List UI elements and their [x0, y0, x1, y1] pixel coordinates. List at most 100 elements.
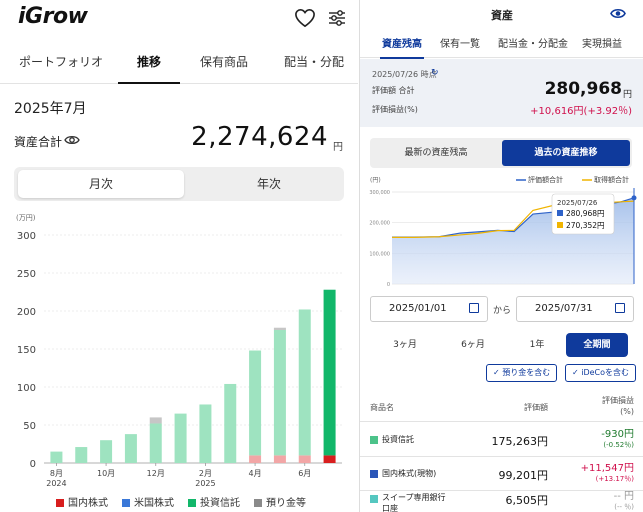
legend-swatch: [188, 499, 196, 507]
pl-label: 評価損益(%): [372, 105, 418, 114]
asset-tabs: 資産残高 保有一覧 配当金・分配金 実現損益: [360, 34, 643, 59]
calendar-icon: [469, 303, 479, 313]
right-panel: 資産 資産残高 保有一覧 配当金・分配金 実現損益 2025/07/26 時点 …: [359, 0, 643, 512]
period-1y[interactable]: 1年: [512, 333, 562, 357]
year-month-label: 2025年7月: [14, 101, 87, 117]
segment-yearly[interactable]: 年次: [186, 170, 352, 198]
pl-value: +10,616円(+3.92％): [530, 106, 632, 117]
bar-segment: [298, 455, 311, 463]
tab-dividends[interactable]: 配当・分配: [274, 46, 354, 84]
date-to-value: 2025/07/31: [535, 303, 593, 314]
view-toggle: 最新の資産残高 過去の資産推移: [370, 138, 632, 168]
period-6m[interactable]: 6ヶ月: [448, 333, 498, 357]
tab-asset-balance[interactable]: 資産残高: [380, 34, 424, 59]
tab-trend[interactable]: 推移: [118, 46, 180, 84]
y-tick-label: 150: [17, 345, 36, 356]
x-tick-label: 4月: [249, 469, 262, 478]
legend-item-fund: 投資信託: [188, 494, 240, 509]
page-title: 資産: [491, 9, 513, 22]
toggle-latest-balance[interactable]: 最新の資産残高: [372, 140, 500, 166]
bar-segment: [174, 413, 187, 463]
total-assets-value: 2,274,624: [191, 122, 328, 152]
bar-segment: [75, 447, 88, 463]
holding-value: 175,263円: [491, 435, 549, 448]
filter-settings-icon[interactable]: [327, 8, 347, 28]
app-header: iGrow: [0, 0, 358, 38]
holding-pl-pct: (-0.52％): [603, 441, 634, 449]
tab-holdings[interactable]: 保有商品: [188, 46, 260, 84]
eye-icon[interactable]: [64, 134, 80, 146]
x-tick-label: 6月: [298, 469, 311, 478]
bar-segment: [100, 440, 113, 463]
y-tick-label: 0: [387, 282, 390, 288]
tab-realized-pl[interactable]: 実現損益: [582, 34, 622, 58]
x-tick-sublabel: 2025: [195, 479, 215, 488]
col-pl-unit: (%): [620, 407, 634, 416]
y-tick-label: 50: [23, 421, 36, 432]
app-logo: iGrow: [18, 4, 88, 29]
category-swatch: [370, 436, 378, 444]
refresh-icon[interactable]: ↻: [431, 68, 439, 78]
y-tick-label: 100: [17, 383, 36, 394]
left-panel: iGrow ポートフォリオ 推移 保有商品 配当・分配 2025年7月 資産合計: [0, 0, 358, 512]
col-pl: 評価損益: [602, 396, 634, 405]
period-3m[interactable]: 3ヶ月: [380, 333, 430, 357]
tab-holding-list[interactable]: 保有一覧: [440, 34, 480, 58]
eval-total-value: 280,968: [544, 79, 622, 99]
x-tick-label: 8月: [50, 469, 63, 478]
tooltip-swatch: [557, 222, 563, 228]
eye-icon[interactable]: [610, 7, 626, 20]
segment-monthly[interactable]: 月次: [18, 170, 184, 198]
period-segment: 月次 年次: [14, 167, 344, 201]
x-tick-sublabel: 2024: [46, 479, 66, 488]
holding-pl-amount: +11,547円: [580, 463, 634, 474]
bar-segment: [199, 404, 212, 463]
x-tick-label: 12月: [147, 469, 165, 478]
period-all[interactable]: 全期間: [566, 333, 628, 357]
total-assets-unit: 円: [333, 142, 343, 153]
holdings-table-header: 商品名 評価額 評価損益 (%): [360, 390, 643, 422]
toggle-history[interactable]: 過去の資産推移: [502, 140, 630, 166]
legend-label: 投資信託: [200, 498, 240, 509]
date-to-input[interactable]: 2025/07/31: [516, 296, 634, 322]
table-row[interactable]: スイープ専用銀行 口座 6,505円 -- 円 (-- ％): [360, 491, 643, 512]
holding-value: 99,201円: [498, 469, 549, 482]
date-from-input[interactable]: 2025/01/01: [370, 296, 488, 322]
holding-pl: -930円 (-0.52％): [601, 429, 634, 451]
table-row[interactable]: 国内株式(現物) 99,201円 +11,547円 (+13.17％): [360, 457, 643, 491]
monthly-assets-chart[interactable]: (万円) 0 50 100 150 200 250 300 8月2024 10月 12月 2月2025…: [0, 210, 358, 490]
y-tick-label: 200: [17, 307, 36, 318]
legend-item-cash: 預り金等: [254, 494, 306, 509]
bar-segment: [323, 455, 336, 463]
legend-label: 取得額合計: [594, 175, 629, 184]
calendar-icon: [615, 303, 625, 313]
legend-item-us-stock: 米国株式: [122, 494, 174, 509]
asset-history-chart[interactable]: (円) 評価額合計 取得額合計 0 100,000 200,000 300,000 2025/…: [360, 172, 643, 294]
bar-segment: [149, 423, 162, 463]
include-deposit-checkbox[interactable]: ✓ 預り金を含む: [486, 364, 558, 382]
holding-name: 投資信託: [382, 435, 414, 444]
bar-segment: [273, 455, 286, 463]
tooltip-cost: 270,352円: [566, 221, 605, 230]
heart-icon[interactable]: [294, 8, 316, 28]
tooltip-eval: 280,968円: [566, 209, 605, 218]
y-axis-unit: (円): [370, 177, 381, 184]
holding-pl-amount: -- 円: [613, 491, 634, 502]
y-tick-label: 300,000: [369, 190, 390, 196]
bar-segment: [224, 383, 237, 463]
bar-segment: [249, 350, 262, 456]
bar-segment: [273, 330, 286, 456]
bar-segment: [298, 309, 311, 456]
holding-pl-pct: (-- ％): [614, 503, 634, 511]
tab-dividend[interactable]: 配当金・分配金: [498, 34, 568, 58]
include-ideco-checkbox[interactable]: ✓ iDeCoを含む: [565, 364, 637, 382]
chart-tooltip: 2025/07/26 280,968円 270,352円: [551, 193, 615, 235]
y-tick-label: 0: [30, 459, 36, 470]
legend-label: 評価額合計: [528, 175, 563, 184]
y-tick-label: 100,000: [369, 251, 390, 257]
y-tick-label: 300: [17, 231, 36, 242]
y-tick-label: 200,000: [369, 221, 390, 227]
tab-portfolio[interactable]: ポートフォリオ: [12, 46, 110, 84]
category-swatch: [370, 470, 378, 478]
table-row[interactable]: 投資信託 175,263円 -930円 (-0.52％): [360, 423, 643, 457]
